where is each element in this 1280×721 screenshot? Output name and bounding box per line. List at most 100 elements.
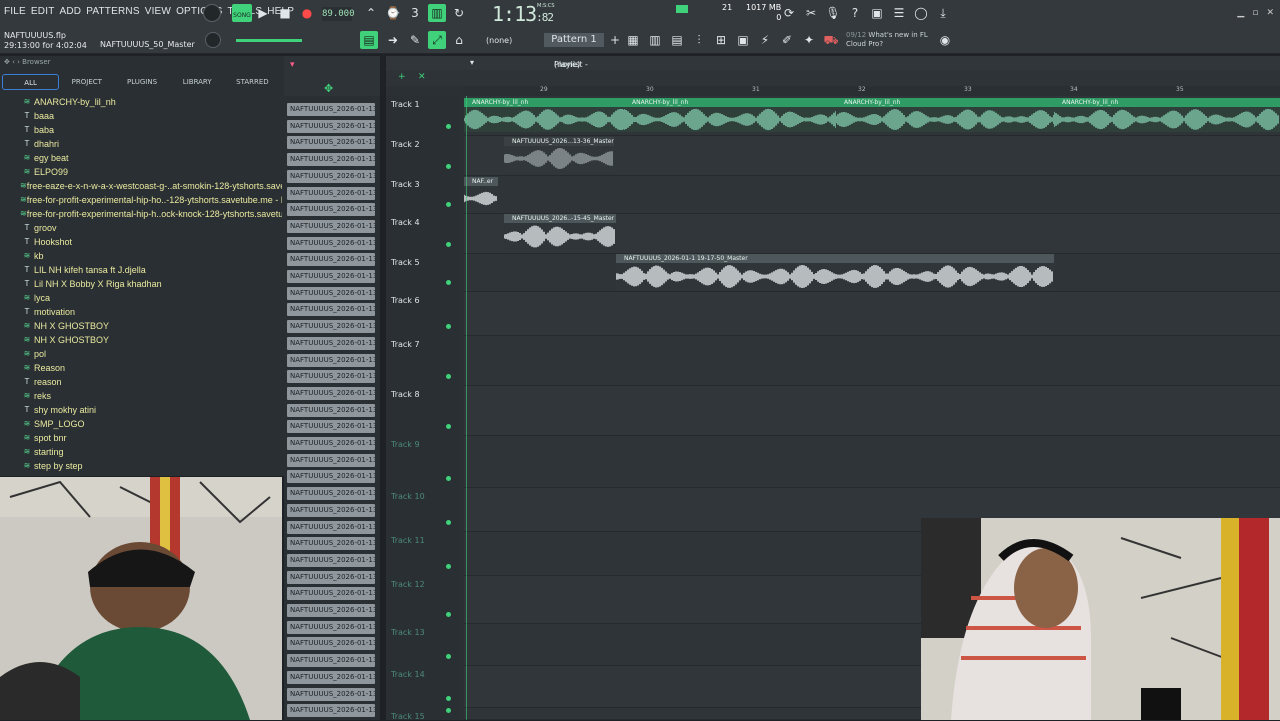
browser-tab-project[interactable]: PROJECT: [59, 74, 114, 90]
track-mute-led[interactable]: [446, 564, 451, 569]
browser-item[interactable]: ≋ starting: [20, 445, 282, 459]
track-label[interactable]: Track 3: [391, 180, 420, 189]
track-label[interactable]: Track 14: [391, 670, 425, 679]
channel-button[interactable]: NAFTUUUUS_2026-01-13...: [287, 253, 375, 267]
channel-button[interactable]: NAFTUUUUS_2026-01-13...: [287, 553, 375, 567]
track-label[interactable]: Track 5: [391, 258, 420, 267]
stamp-icon[interactable]: ⌂: [450, 31, 468, 49]
channel-button[interactable]: NAFTUUUUS_2026-01-13...: [287, 403, 375, 417]
track-mute-led[interactable]: [446, 708, 451, 713]
channel-button[interactable]: NAFTUUUUS_2026-01-13...: [287, 336, 375, 350]
track-mute-led[interactable]: [446, 654, 451, 659]
audio-clip[interactable]: ANARCHY-by_lil_nh: [624, 98, 844, 132]
channel-button[interactable]: NAFTUUUUS_2026-01-13...: [287, 503, 375, 517]
channel-button[interactable]: NAFTUUUUS_2026-01-13...: [287, 153, 375, 167]
browser-item[interactable]: ≋ step by step: [20, 459, 282, 473]
track-label[interactable]: Track 9: [391, 440, 420, 449]
menu-add[interactable]: ADD: [60, 6, 82, 17]
tool-icon[interactable]: ✐: [778, 31, 796, 49]
channel-button[interactable]: NAFTUUUUS_2026-01-13...: [287, 520, 375, 534]
track-lane[interactable]: [464, 386, 1280, 436]
piano-roll-icon[interactable]: ▥: [646, 31, 664, 49]
snap-selector[interactable]: (none): [486, 36, 512, 45]
channel-button[interactable]: NAFTUUUUS_2026-01-13...: [287, 704, 375, 718]
browser-item[interactable]: Tgroov: [20, 221, 282, 235]
channel-button[interactable]: NAFTUUUUS_2026-01-13...: [287, 604, 375, 617]
track-mute-led[interactable]: [446, 374, 451, 379]
pencil-icon[interactable]: ✎: [406, 31, 424, 49]
stop-icon[interactable]: ■: [276, 4, 294, 22]
channel-button[interactable]: NAFTUUUUS_2026-01-13...: [287, 353, 375, 367]
track-label[interactable]: Track 8: [391, 390, 420, 399]
browser-item[interactable]: Tshy mokhy atini: [20, 403, 282, 417]
cart-icon[interactable]: ⛟: [822, 31, 840, 49]
add-track-icon[interactable]: +: [398, 72, 406, 82]
track-label[interactable]: Track 7: [391, 340, 420, 349]
news-panel[interactable]: 09/12 What's new in FL Cloud Pro?: [846, 31, 928, 49]
browser-item[interactable]: Tbaba: [20, 123, 282, 137]
cut-icon[interactable]: ✂: [802, 4, 820, 22]
channel-button[interactable]: NAFTUUUUS_2026-01-13...: [287, 453, 375, 467]
menu-edit[interactable]: EDIT: [31, 6, 55, 17]
channel-button[interactable]: NAFTUUUUS_2026-01-13...: [287, 136, 375, 150]
channel-button[interactable]: NAFTUUUUS_2026-01-13...: [287, 637, 375, 651]
browser-item[interactable]: Treason: [20, 375, 282, 389]
track-mute-led[interactable]: [446, 280, 451, 285]
track-mute-led[interactable]: [446, 164, 451, 169]
channel-button[interactable]: NAFTUUUUS_2026-01-13...: [287, 286, 375, 300]
mixer-icon[interactable]: ☰: [890, 4, 908, 22]
browser-icon[interactable]: ⊞: [712, 31, 730, 49]
metronome-icon[interactable]: ⌃: [362, 4, 380, 22]
browser-item[interactable]: ≋ ELPO99: [20, 165, 282, 179]
browser-item[interactable]: T LIL NH kifeh tansa ft J.djella: [20, 263, 282, 277]
playhead[interactable]: [466, 96, 467, 720]
pattern-song-knob[interactable]: [203, 4, 221, 22]
channel-button[interactable]: NAFTUUUUS_2026-01-13...: [287, 420, 375, 434]
channel-button[interactable]: NAFTUUUUS_2026-01-13...: [287, 203, 375, 217]
countdown-icon[interactable]: 3: [406, 4, 424, 22]
track-label[interactable]: Track 1: [391, 100, 420, 109]
move-icon[interactable]: ✥: [324, 82, 333, 95]
loop-record-icon[interactable]: ↻: [450, 4, 468, 22]
close-clip-icon[interactable]: ✕: [418, 72, 426, 82]
master-volume-knob[interactable]: [205, 32, 221, 48]
channel-button[interactable]: NAFTUUUUS_2026-01-13...: [287, 670, 375, 684]
save-icon[interactable]: ▣: [868, 4, 886, 22]
blend-icon[interactable]: ▥: [428, 4, 446, 22]
minimize-icon[interactable]: ▁: [1237, 8, 1244, 18]
channel-button[interactable]: NAFTUUUUS_2026-01-13...: [287, 437, 375, 450]
track-lane[interactable]: [464, 336, 1280, 386]
browser-item[interactable]: ≋ ANARCHY-by_lil_nh: [20, 95, 282, 109]
browser-tab-library[interactable]: LIBRARY: [170, 74, 225, 90]
channel-button[interactable]: NAFTUUUUS_2026-01-13...: [287, 470, 375, 484]
refresh-icon[interactable]: ⟳: [780, 4, 798, 22]
browser-item[interactable]: ≋ reks: [20, 389, 282, 403]
channel-button[interactable]: NAFTUUUUS_2026-01-13...: [287, 119, 375, 133]
channel-button[interactable]: NAFTUUUUS_2026-01-13...: [287, 103, 375, 116]
track-mute-led[interactable]: [446, 324, 451, 329]
track-label[interactable]: Track 10: [391, 492, 425, 501]
browser-item[interactable]: T Hookshot: [20, 235, 282, 249]
add-pattern-icon[interactable]: +: [606, 31, 624, 49]
channel-button[interactable]: NAFTUUUUS_2026-01-13...: [287, 370, 375, 384]
mic-icon[interactable]: 🎙: [824, 4, 842, 22]
channel-rack-icon[interactable]: ▤: [668, 31, 686, 49]
maximize-icon[interactable]: ▫: [1252, 8, 1258, 18]
browser-item[interactable]: ≋ spot bnr: [20, 431, 282, 445]
browser-tab-starred[interactable]: STARRED: [225, 74, 280, 90]
browser-item[interactable]: ≋ SMP_LOGO: [20, 417, 282, 431]
track-mute-led[interactable]: [446, 242, 451, 247]
record-icon[interactable]: ●: [298, 4, 316, 22]
track-label[interactable]: Track 6: [391, 296, 420, 305]
mixer-view-icon[interactable]: ⫶: [690, 31, 708, 49]
playlist-icon[interactable]: ▦: [624, 31, 642, 49]
help-icon[interactable]: ?: [846, 4, 864, 22]
audio-clip[interactable]: NAFTUUUUS_2026-01-1 19-17-50_Master: [616, 254, 1054, 290]
channel-button[interactable]: NAFTUUUUS_2026-01-13...: [287, 587, 375, 601]
chat-icon[interactable]: ◯: [912, 4, 930, 22]
menu-view[interactable]: VIEW: [145, 6, 171, 17]
track-mute-led[interactable]: [446, 202, 451, 207]
browser-item[interactable]: ≋ free-for-profit-experimental-hip-ho..-1…: [20, 193, 282, 207]
audio-clip[interactable]: NAF..er: [464, 177, 498, 211]
track-mute-led[interactable]: [446, 476, 451, 481]
